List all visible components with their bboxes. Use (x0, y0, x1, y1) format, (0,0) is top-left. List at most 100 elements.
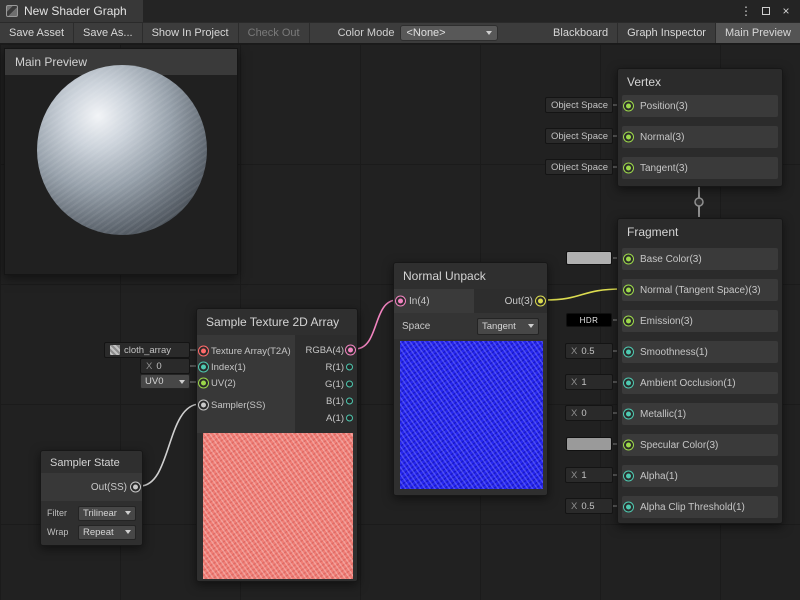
specular-color-swatch[interactable] (566, 437, 612, 451)
a-output-row: A(1) (293, 410, 357, 426)
ambient-occlusion-input-port[interactable] (626, 381, 631, 386)
save-as-button[interactable]: Save As... (74, 23, 142, 43)
out-ss-slot: Out(SS) (41, 473, 142, 501)
x-label: X (571, 501, 577, 512)
slot-label: Out(SS) (91, 482, 127, 493)
tangent-input-port[interactable] (626, 166, 631, 171)
maximize-icon[interactable] (756, 1, 776, 21)
in-input-port[interactable] (398, 299, 403, 304)
base-color-input-port[interactable] (626, 257, 631, 262)
window-menu-icon[interactable]: ⋮ (736, 1, 756, 21)
normal-unpack-node[interactable]: Normal Unpack In(4) Out(3) Space Tangent (393, 262, 548, 496)
out-output-port[interactable] (538, 299, 543, 304)
rgba-output-port[interactable] (348, 348, 353, 353)
dropdown-value: Trilinear (83, 508, 117, 519)
wrap-label: Wrap (47, 527, 68, 537)
graph-inspector-button[interactable]: Graph Inspector (618, 23, 715, 43)
save-asset-button[interactable]: Save Asset (0, 23, 73, 43)
sample-texture-2d-array-node[interactable]: Sample Texture 2D Array Texture Array(T2… (196, 308, 358, 582)
base-color-swatch[interactable] (566, 251, 612, 265)
fragment-slot-normal: Normal (Tangent Space)(3) (622, 279, 778, 301)
metallic-field[interactable]: X0 (565, 405, 613, 421)
sampler-state-node[interactable]: Sampler State Out(SS) Filter Trilinear W… (40, 450, 143, 546)
main-preview-button[interactable]: Main Preview (716, 23, 800, 43)
texture-array-field[interactable]: cloth_array (104, 342, 190, 358)
slot-label: Sampler(SS) (211, 400, 265, 411)
dropdown-value: Tangent (482, 321, 516, 332)
window-tab[interactable]: New Shader Graph (0, 0, 143, 22)
vertex-node[interactable]: Vertex Position(3) Normal(3) Tangent(3) (617, 68, 783, 187)
vertex-slot-normal: Normal(3) (622, 126, 778, 148)
slot-label: A(1) (326, 413, 344, 424)
slot-label: Normal(3) (640, 132, 684, 143)
check-out-button: Check Out (239, 23, 309, 43)
slot-label: Tangent(3) (640, 163, 688, 174)
in-slot: In(4) (394, 289, 474, 313)
index-field[interactable]: X0 (140, 358, 190, 374)
show-in-project-button[interactable]: Show In Project (143, 23, 238, 43)
position-input-port[interactable] (626, 104, 631, 109)
color-mode-dropdown[interactable]: <None> (400, 25, 498, 41)
chevron-down-icon (125, 530, 131, 534)
alpha-field[interactable]: X1 (565, 467, 613, 483)
alpha-clip-input-port[interactable] (626, 505, 631, 510)
tangent-space-dropdown[interactable]: Object Space (545, 159, 613, 175)
emission-color-field[interactable]: HDR (566, 313, 612, 327)
wrap-dropdown[interactable]: Repeat (78, 525, 136, 540)
fragment-node-title: Fragment (618, 219, 782, 245)
blackboard-button[interactable]: Blackboard (544, 23, 617, 43)
smoothness-input-port[interactable] (626, 350, 631, 355)
fragment-node[interactable]: Fragment Base Color(3) Normal (Tangent S… (617, 218, 783, 524)
slot-label: Ambient Occlusion(1) (640, 378, 736, 389)
field-value: 0.5 (581, 346, 594, 357)
sample-node-title: Sample Texture 2D Array (197, 309, 357, 335)
fragment-slot-base-color: Base Color(3) (622, 248, 778, 270)
b-output-port[interactable] (346, 398, 353, 405)
out-ss-output-port[interactable] (133, 485, 138, 490)
g-output-port[interactable] (346, 381, 353, 388)
chevron-down-icon (179, 380, 185, 384)
texture-array-input-row: Texture Array(T2A) (197, 343, 295, 359)
normal-input-port[interactable] (626, 135, 631, 140)
sampler-input-port[interactable] (201, 403, 206, 408)
fragment-slot-alpha-clip: Alpha Clip Threshold(1) (622, 496, 778, 518)
filter-dropdown[interactable]: Trilinear (78, 506, 136, 521)
main-preview-panel[interactable]: Main Preview (4, 48, 238, 275)
toolbar-spacer (498, 23, 544, 43)
normal-space-dropdown[interactable]: Object Space (545, 128, 613, 144)
slot-label: In(4) (409, 296, 430, 307)
position-space-dropdown[interactable]: Object Space (545, 97, 613, 113)
texture-array-input-port[interactable] (201, 349, 206, 354)
emission-input-port[interactable] (626, 319, 631, 324)
vertex-slot-position: Position(3) (622, 95, 778, 117)
maximize-glyph (762, 7, 770, 15)
fragment-slot-emission: Emission(3) (622, 310, 778, 332)
space-dropdown[interactable]: Tangent (477, 318, 539, 335)
chevron-down-icon (125, 511, 131, 515)
alpha-input-port[interactable] (626, 474, 631, 479)
normal-tangent-input-port[interactable] (626, 288, 631, 293)
x-label: X (146, 361, 152, 372)
uv-channel-dropdown[interactable]: UV0 (140, 374, 190, 389)
filter-row: Filter Trilinear (47, 505, 136, 521)
window-title: New Shader Graph (24, 4, 127, 18)
dropdown-value: Repeat (83, 527, 114, 538)
dropdown-value: UV0 (145, 376, 163, 387)
smoothness-field[interactable]: X0.5 (565, 343, 613, 359)
specular-color-input-port[interactable] (626, 443, 631, 448)
fragment-slot-specular-color: Specular Color(3) (622, 434, 778, 456)
r-output-port[interactable] (346, 364, 353, 371)
vertex-slot-tangent: Tangent(3) (622, 157, 778, 179)
uv-input-row: UV(2) (197, 375, 295, 391)
uv-input-port[interactable] (201, 381, 206, 386)
slot-label: Alpha Clip Threshold(1) (640, 502, 745, 513)
close-icon[interactable]: × (776, 1, 796, 21)
slot-label: Smoothness(1) (640, 347, 708, 358)
alpha-clip-field[interactable]: X0.5 (565, 498, 613, 514)
index-input-port[interactable] (201, 365, 206, 370)
metallic-input-port[interactable] (626, 412, 631, 417)
ambient-occlusion-field[interactable]: X1 (565, 374, 613, 390)
space-value: Object Space (551, 162, 608, 173)
field-value: 1 (581, 470, 586, 481)
a-output-port[interactable] (346, 415, 353, 422)
